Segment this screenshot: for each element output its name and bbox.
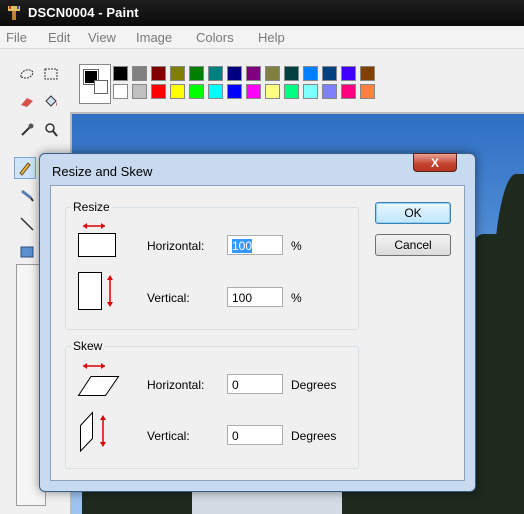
palette-swatch[interactable] [265, 66, 280, 81]
skew-vertical-label: Vertical: [147, 429, 190, 443]
palette-swatch[interactable] [322, 84, 337, 99]
resize-skew-dialog: Resize and Skew X Resize Horizontal: 100… [39, 153, 476, 492]
fill-bucket-icon[interactable] [40, 91, 62, 113]
cancel-button[interactable]: Cancel [375, 234, 451, 256]
palette-swatch[interactable] [227, 84, 242, 99]
brush-icon[interactable] [16, 185, 38, 207]
skew-horizontal-label: Horizontal: [147, 378, 205, 392]
menu-help[interactable]: Help [258, 30, 285, 45]
palette-swatch[interactable] [227, 66, 242, 81]
tree-silhouette [492, 174, 524, 514]
skew-horizontal-unit: Degrees [291, 378, 337, 392]
palette-swatch[interactable] [151, 66, 166, 81]
skew-group-label: Skew [71, 339, 105, 353]
magnifier-icon[interactable] [40, 119, 62, 141]
palette-swatch[interactable] [246, 84, 261, 99]
vertical-skew-icon [80, 411, 106, 453]
palette-swatch[interactable] [113, 84, 128, 99]
color-palette [113, 66, 389, 102]
skew-vertical-input[interactable]: 0 [227, 425, 283, 445]
palette-swatch[interactable] [151, 84, 166, 99]
resize-vertical-unit: % [291, 291, 302, 305]
palette-swatch[interactable] [189, 84, 204, 99]
resize-horizontal-input[interactable]: 100 [227, 235, 283, 255]
palette-swatch[interactable] [303, 84, 318, 99]
palette-swatch[interactable] [360, 66, 375, 81]
vertical-resize-icon [78, 272, 113, 310]
menu-view[interactable]: View [88, 30, 116, 45]
skew-vertical-unit: Degrees [291, 429, 337, 443]
pencil-icon[interactable] [14, 157, 36, 179]
horizontal-resize-icon [78, 223, 116, 257]
palette-swatch[interactable] [341, 84, 356, 99]
palette-swatch[interactable] [341, 66, 356, 81]
ok-button[interactable]: OK [375, 202, 451, 224]
resize-vertical-input[interactable]: 100 [227, 287, 283, 307]
window-title: DSCN0004 - Paint [28, 5, 139, 20]
menu-bar: File Edit View Image Colors Help [0, 26, 524, 49]
dialog-title: Resize and Skew [52, 164, 153, 179]
color-picker-icon[interactable] [16, 119, 38, 141]
menu-image[interactable]: Image [136, 30, 172, 45]
resize-horizontal-unit: % [291, 239, 302, 253]
rectangle-icon[interactable] [16, 241, 38, 263]
palette-swatch[interactable] [113, 66, 128, 81]
palette-swatch[interactable] [170, 84, 185, 99]
close-button[interactable]: X [413, 153, 457, 172]
resize-vertical-label: Vertical: [147, 291, 190, 305]
palette-swatch[interactable] [265, 84, 280, 99]
background-color [94, 80, 108, 94]
palette-swatch[interactable] [189, 66, 204, 81]
menu-file[interactable]: File [6, 30, 27, 45]
menu-colors[interactable]: Colors [196, 30, 234, 45]
palette-swatch[interactable] [284, 66, 299, 81]
title-bar: DSCN0004 - Paint [0, 0, 524, 26]
horizontal-skew-icon [77, 363, 120, 396]
palette-swatch[interactable] [303, 66, 318, 81]
menu-edit[interactable]: Edit [48, 30, 70, 45]
resize-horizontal-label: Horizontal: [147, 239, 205, 253]
palette-swatch[interactable] [246, 66, 261, 81]
palette-swatch[interactable] [284, 84, 299, 99]
palette-swatch[interactable] [132, 84, 147, 99]
skew-horizontal-input[interactable]: 0 [227, 374, 283, 394]
palette-swatch[interactable] [170, 66, 185, 81]
rect-select-icon[interactable] [40, 63, 62, 85]
dialog-client-area: Resize Horizontal: 100 % Vertical: 100 %… [50, 185, 465, 481]
paint-brush-icon [8, 6, 20, 20]
palette-swatch[interactable] [208, 66, 223, 81]
free-select-icon[interactable] [16, 63, 38, 85]
resize-group-label: Resize [71, 200, 112, 214]
palette-swatch[interactable] [322, 66, 337, 81]
palette-swatch[interactable] [360, 84, 375, 99]
palette-swatch[interactable] [132, 66, 147, 81]
palette-swatch[interactable] [208, 84, 223, 99]
line-icon[interactable] [16, 213, 38, 235]
eraser-icon[interactable] [16, 91, 38, 113]
